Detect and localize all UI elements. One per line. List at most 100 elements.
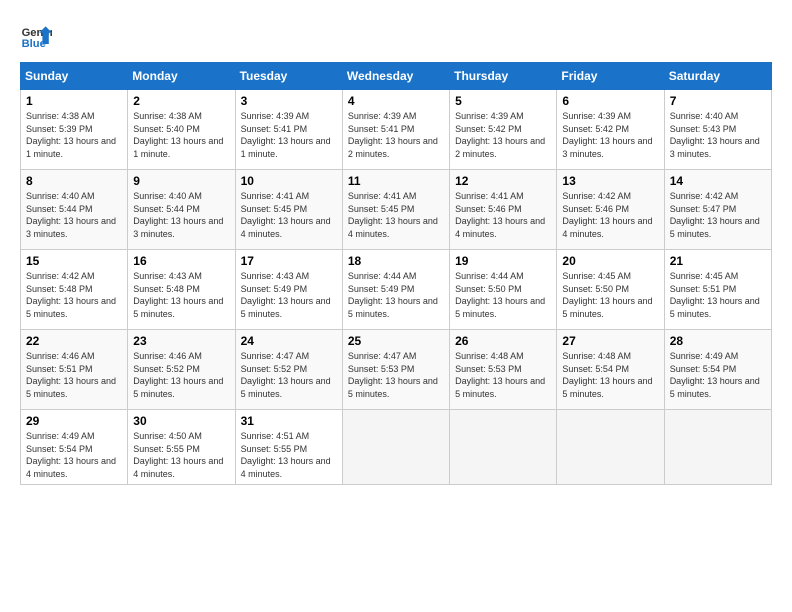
calendar-week-4: 22 Sunrise: 4:46 AMSunset: 5:51 PMDayligh… xyxy=(21,330,772,410)
day-number: 16 xyxy=(133,254,229,268)
day-number: 24 xyxy=(241,334,337,348)
day-info: Sunrise: 4:42 AMSunset: 5:46 PMDaylight:… xyxy=(562,190,658,240)
day-number: 12 xyxy=(455,174,551,188)
calendar-cell: 31 Sunrise: 4:51 AMSunset: 5:55 PMDayligh… xyxy=(235,410,342,485)
day-number: 22 xyxy=(26,334,122,348)
day-number: 20 xyxy=(562,254,658,268)
day-info: Sunrise: 4:46 AMSunset: 5:52 PMDaylight:… xyxy=(133,350,229,400)
day-number: 15 xyxy=(26,254,122,268)
calendar-cell: 22 Sunrise: 4:46 AMSunset: 5:51 PMDayligh… xyxy=(21,330,128,410)
day-info: Sunrise: 4:41 AMSunset: 5:45 PMDaylight:… xyxy=(241,190,337,240)
day-number: 25 xyxy=(348,334,444,348)
day-number: 10 xyxy=(241,174,337,188)
day-number: 9 xyxy=(133,174,229,188)
calendar-cell: 7 Sunrise: 4:40 AMSunset: 5:43 PMDaylight… xyxy=(664,90,771,170)
day-info: Sunrise: 4:41 AMSunset: 5:46 PMDaylight:… xyxy=(455,190,551,240)
calendar-table: SundayMondayTuesdayWednesdayThursdayFrid… xyxy=(20,62,772,485)
day-number: 26 xyxy=(455,334,551,348)
day-info: Sunrise: 4:45 AMSunset: 5:51 PMDaylight:… xyxy=(670,270,766,320)
logo: General Blue xyxy=(20,20,52,52)
day-info: Sunrise: 4:44 AMSunset: 5:49 PMDaylight:… xyxy=(348,270,444,320)
day-number: 3 xyxy=(241,94,337,108)
calendar-cell: 17Sunrise: 4:43 AMSunset: 5:49 PMDayligh… xyxy=(235,250,342,330)
calendar-header-monday: Monday xyxy=(128,63,235,90)
calendar-week-1: 1 Sunrise: 4:38 AMSunset: 5:39 PMDaylight… xyxy=(21,90,772,170)
calendar-week-5: 29 Sunrise: 4:49 AMSunset: 5:54 PMDayligh… xyxy=(21,410,772,485)
day-info: Sunrise: 4:48 AMSunset: 5:53 PMDaylight:… xyxy=(455,350,551,400)
calendar-cell: 8 Sunrise: 4:40 AMSunset: 5:44 PMDaylight… xyxy=(21,170,128,250)
day-info: Sunrise: 4:42 AMSunset: 5:47 PMDaylight:… xyxy=(670,190,766,240)
calendar-header-sunday: Sunday xyxy=(21,63,128,90)
day-info: Sunrise: 4:50 AMSunset: 5:55 PMDaylight:… xyxy=(133,430,229,480)
calendar-cell: 20 Sunrise: 4:45 AMSunset: 5:50 PMDayligh… xyxy=(557,250,664,330)
day-number: 29 xyxy=(26,414,122,428)
day-number: 4 xyxy=(348,94,444,108)
header: General Blue xyxy=(20,20,772,52)
day-info: Sunrise: 4:40 AMSunset: 5:43 PMDaylight:… xyxy=(670,110,766,160)
calendar-cell xyxy=(557,410,664,485)
calendar-cell: 27 Sunrise: 4:48 AMSunset: 5:54 PMDayligh… xyxy=(557,330,664,410)
day-info: Sunrise: 4:38 AMSunset: 5:40 PMDaylight:… xyxy=(133,110,229,160)
day-number: 19 xyxy=(455,254,551,268)
calendar-header-wednesday: Wednesday xyxy=(342,63,449,90)
day-number: 27 xyxy=(562,334,658,348)
day-number: 8 xyxy=(26,174,122,188)
calendar-cell: 3Sunrise: 4:39 AMSunset: 5:41 PMDaylight… xyxy=(235,90,342,170)
day-info: Sunrise: 4:44 AMSunset: 5:50 PMDaylight:… xyxy=(455,270,551,320)
calendar-cell: 13 Sunrise: 4:42 AMSunset: 5:46 PMDayligh… xyxy=(557,170,664,250)
day-info: Sunrise: 4:38 AMSunset: 5:39 PMDaylight:… xyxy=(26,110,122,160)
calendar-header-saturday: Saturday xyxy=(664,63,771,90)
day-number: 2 xyxy=(133,94,229,108)
calendar-cell: 24 Sunrise: 4:47 AMSunset: 5:52 PMDayligh… xyxy=(235,330,342,410)
day-number: 18 xyxy=(348,254,444,268)
calendar-cell: 30 Sunrise: 4:50 AMSunset: 5:55 PMDayligh… xyxy=(128,410,235,485)
day-info: Sunrise: 4:51 AMSunset: 5:55 PMDaylight:… xyxy=(241,430,337,480)
day-info: Sunrise: 4:46 AMSunset: 5:51 PMDaylight:… xyxy=(26,350,122,400)
calendar-cell: 16Sunrise: 4:43 AMSunset: 5:48 PMDayligh… xyxy=(128,250,235,330)
day-number: 23 xyxy=(133,334,229,348)
day-number: 14 xyxy=(670,174,766,188)
day-number: 11 xyxy=(348,174,444,188)
calendar-week-2: 8 Sunrise: 4:40 AMSunset: 5:44 PMDaylight… xyxy=(21,170,772,250)
day-number: 5 xyxy=(455,94,551,108)
calendar-cell xyxy=(450,410,557,485)
day-info: Sunrise: 4:45 AMSunset: 5:50 PMDaylight:… xyxy=(562,270,658,320)
day-info: Sunrise: 4:49 AMSunset: 5:54 PMDaylight:… xyxy=(26,430,122,480)
day-number: 17 xyxy=(241,254,337,268)
svg-text:Blue: Blue xyxy=(22,38,46,50)
calendar-cell: 21 Sunrise: 4:45 AMSunset: 5:51 PMDayligh… xyxy=(664,250,771,330)
day-info: Sunrise: 4:40 AMSunset: 5:44 PMDaylight:… xyxy=(26,190,122,240)
day-number: 13 xyxy=(562,174,658,188)
day-number: 31 xyxy=(241,414,337,428)
calendar-cell: 6 Sunrise: 4:39 AMSunset: 5:42 PMDaylight… xyxy=(557,90,664,170)
day-number: 7 xyxy=(670,94,766,108)
day-info: Sunrise: 4:42 AMSunset: 5:48 PMDaylight:… xyxy=(26,270,122,320)
calendar-cell xyxy=(664,410,771,485)
day-number: 6 xyxy=(562,94,658,108)
day-number: 1 xyxy=(26,94,122,108)
calendar-cell: 18 Sunrise: 4:44 AMSunset: 5:49 PMDayligh… xyxy=(342,250,449,330)
calendar-cell: 2 Sunrise: 4:38 AMSunset: 5:40 PMDaylight… xyxy=(128,90,235,170)
day-number: 30 xyxy=(133,414,229,428)
day-info: Sunrise: 4:47 AMSunset: 5:52 PMDaylight:… xyxy=(241,350,337,400)
calendar-header-thursday: Thursday xyxy=(450,63,557,90)
day-info: Sunrise: 4:39 AMSunset: 5:42 PMDaylight:… xyxy=(562,110,658,160)
day-number: 21 xyxy=(670,254,766,268)
calendar-cell: 19 Sunrise: 4:44 AMSunset: 5:50 PMDayligh… xyxy=(450,250,557,330)
calendar-cell: 1 Sunrise: 4:38 AMSunset: 5:39 PMDaylight… xyxy=(21,90,128,170)
calendar-cell: 14 Sunrise: 4:42 AMSunset: 5:47 PMDayligh… xyxy=(664,170,771,250)
calendar-header-row: SundayMondayTuesdayWednesdayThursdayFrid… xyxy=(21,63,772,90)
calendar-cell xyxy=(342,410,449,485)
logo-icon: General Blue xyxy=(20,20,52,52)
calendar-cell: 5 Sunrise: 4:39 AMSunset: 5:42 PMDaylight… xyxy=(450,90,557,170)
day-info: Sunrise: 4:41 AMSunset: 5:45 PMDaylight:… xyxy=(348,190,444,240)
day-info: Sunrise: 4:49 AMSunset: 5:54 PMDaylight:… xyxy=(670,350,766,400)
calendar-cell: 25Sunrise: 4:47 AMSunset: 5:53 PMDayligh… xyxy=(342,330,449,410)
calendar-header-tuesday: Tuesday xyxy=(235,63,342,90)
calendar-cell: 15 Sunrise: 4:42 AMSunset: 5:48 PMDayligh… xyxy=(21,250,128,330)
calendar-week-3: 15 Sunrise: 4:42 AMSunset: 5:48 PMDayligh… xyxy=(21,250,772,330)
day-info: Sunrise: 4:39 AMSunset: 5:42 PMDaylight:… xyxy=(455,110,551,160)
day-info: Sunrise: 4:48 AMSunset: 5:54 PMDaylight:… xyxy=(562,350,658,400)
calendar-cell: 10 Sunrise: 4:41 AMSunset: 5:45 PMDayligh… xyxy=(235,170,342,250)
calendar-cell: 23 Sunrise: 4:46 AMSunset: 5:52 PMDayligh… xyxy=(128,330,235,410)
